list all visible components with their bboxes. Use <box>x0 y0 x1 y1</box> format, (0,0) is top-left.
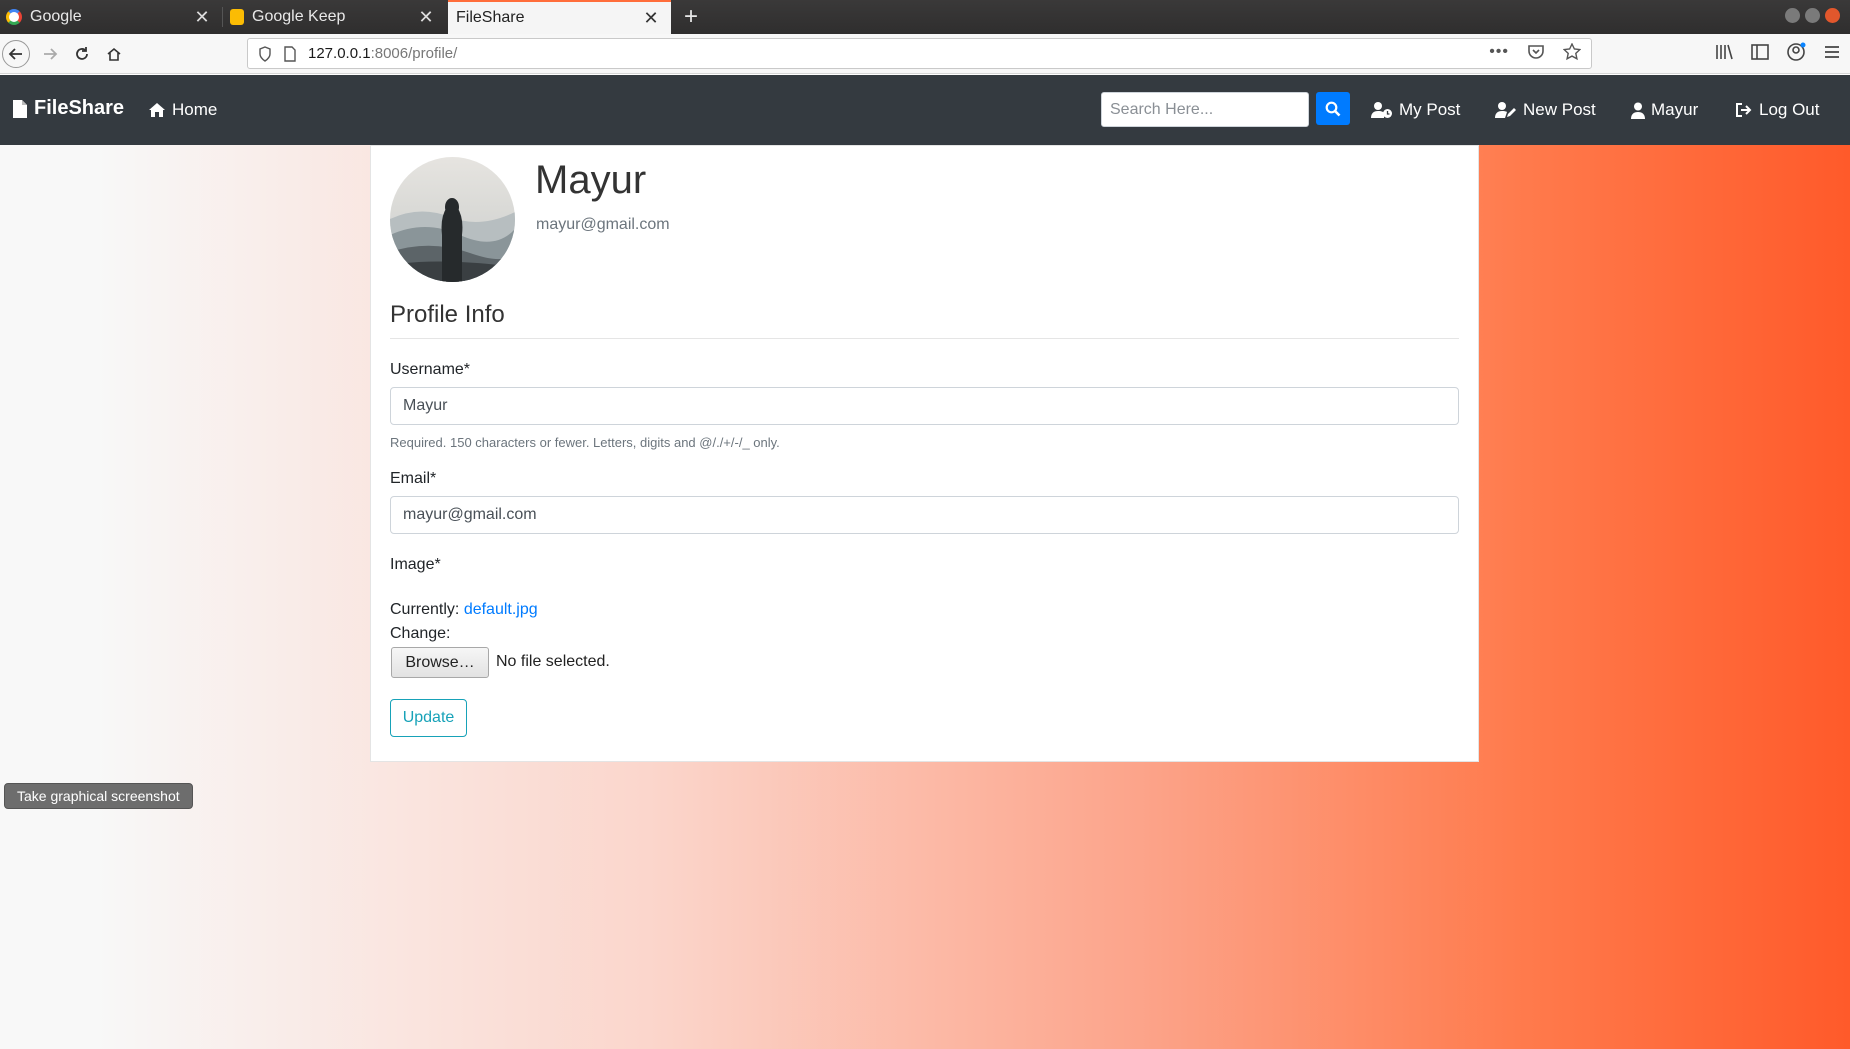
nav-new-post-label: New Post <box>1523 100 1596 119</box>
browser-toolbar: 127.0.0.1:8006/profile/ ••• <box>0 34 1850 74</box>
brand-link[interactable]: FileShare <box>12 97 124 120</box>
nav-new-post-link[interactable]: New Post <box>1495 100 1596 120</box>
page-viewport: FileShare Home My Post New Post Mayur Lo… <box>0 75 1850 1049</box>
back-arrow-icon[interactable] <box>2 40 30 68</box>
currently-label: Currently: <box>390 601 460 618</box>
forward-arrow-icon[interactable] <box>36 40 64 68</box>
reload-icon[interactable] <box>68 40 96 68</box>
nav-logout-link[interactable]: Log Out <box>1735 100 1820 120</box>
profile-email: mayur@gmail.com <box>536 216 670 233</box>
url-host: 127.0.0.1 <box>308 45 371 62</box>
more-actions-icon[interactable]: ••• <box>1489 43 1509 61</box>
update-button[interactable]: Update <box>390 699 467 737</box>
url-actions: ••• <box>1489 43 1581 61</box>
search-icon <box>1325 101 1341 116</box>
window-close-icon[interactable] <box>1825 8 1840 23</box>
nav-user-link[interactable]: Mayur <box>1631 100 1698 120</box>
page-icon <box>284 46 296 62</box>
tab-divider <box>222 7 223 27</box>
current-file-link[interactable]: default.jpg <box>464 601 538 618</box>
google-favicon-icon <box>6 9 22 25</box>
username-input[interactable] <box>390 387 1459 425</box>
close-icon[interactable]: ✕ <box>641 8 661 29</box>
tab-google-keep[interactable]: Google Keep ✕ <box>224 0 446 34</box>
file-icon <box>13 99 27 118</box>
profile-avatar <box>390 157 515 282</box>
profile-card: Mayur mayur@gmail.com Profile Info Usern… <box>370 145 1479 762</box>
username-label: Username* <box>390 361 471 378</box>
home-icon <box>149 103 165 117</box>
maximize-icon[interactable] <box>1805 8 1820 23</box>
user-clock-icon <box>1371 102 1392 118</box>
nav-my-post-link[interactable]: My Post <box>1371 100 1460 120</box>
address-bar[interactable]: 127.0.0.1:8006/profile/ ••• <box>247 38 1592 69</box>
site-navbar: FileShare Home My Post New Post Mayur Lo… <box>0 75 1850 145</box>
nav-home-label: Home <box>172 100 218 119</box>
nav-home-link[interactable]: Home <box>148 100 217 120</box>
new-tab-icon[interactable]: + <box>676 2 706 32</box>
pocket-icon[interactable] <box>1527 43 1545 61</box>
search-button[interactable] <box>1316 92 1350 125</box>
minimize-icon[interactable] <box>1785 8 1800 23</box>
image-label: Image* <box>390 556 441 573</box>
user-icon <box>1631 102 1645 119</box>
tab-title: Google Keep <box>252 8 346 25</box>
change-label: Change: <box>390 625 451 642</box>
library-icon[interactable] <box>1714 42 1734 62</box>
account-icon[interactable] <box>1786 42 1806 62</box>
currently-row: Currently: default.jpg <box>390 601 538 619</box>
avatar-image <box>390 157 515 282</box>
tab-title: FileShare <box>456 9 525 26</box>
email-input[interactable] <box>390 496 1459 534</box>
url-path: :8006/profile/ <box>370 45 458 62</box>
keep-favicon-icon <box>230 9 244 25</box>
user-edit-icon <box>1495 102 1516 118</box>
tab-fileshare[interactable]: FileShare ✕ <box>448 0 671 34</box>
email-label: Email* <box>390 470 437 487</box>
nav-user-label: Mayur <box>1651 100 1699 119</box>
nav-my-post-label: My Post <box>1399 100 1461 119</box>
hamburger-menu-icon[interactable] <box>1822 42 1842 62</box>
sidebar-icon[interactable] <box>1750 42 1770 62</box>
bookmark-star-icon[interactable] <box>1563 43 1581 61</box>
screenshot-tooltip: Take graphical screenshot <box>4 783 193 809</box>
no-file-text: No file selected. <box>496 653 610 670</box>
username-help-text: Required. 150 characters or fewer. Lette… <box>390 435 780 450</box>
home-icon[interactable] <box>100 40 128 68</box>
browser-right-tools <box>1714 42 1842 62</box>
browser-tab-bar: Google ✕ Google Keep ✕ FileShare ✕ + <box>0 0 1850 34</box>
shield-icon[interactable] <box>258 46 272 62</box>
browse-button[interactable]: Browse… <box>391 647 489 678</box>
search-input[interactable] <box>1101 92 1309 127</box>
tab-title: Google <box>30 8 82 25</box>
sign-out-icon <box>1736 103 1752 117</box>
close-icon[interactable]: ✕ <box>192 7 212 28</box>
profile-name: Mayur <box>535 158 647 202</box>
nav-logout-label: Log Out <box>1759 100 1820 119</box>
form-legend: Profile Info <box>390 301 1459 339</box>
tab-google[interactable]: Google ✕ <box>0 0 222 34</box>
close-icon[interactable]: ✕ <box>416 7 436 28</box>
brand-name: FileShare <box>34 97 125 119</box>
